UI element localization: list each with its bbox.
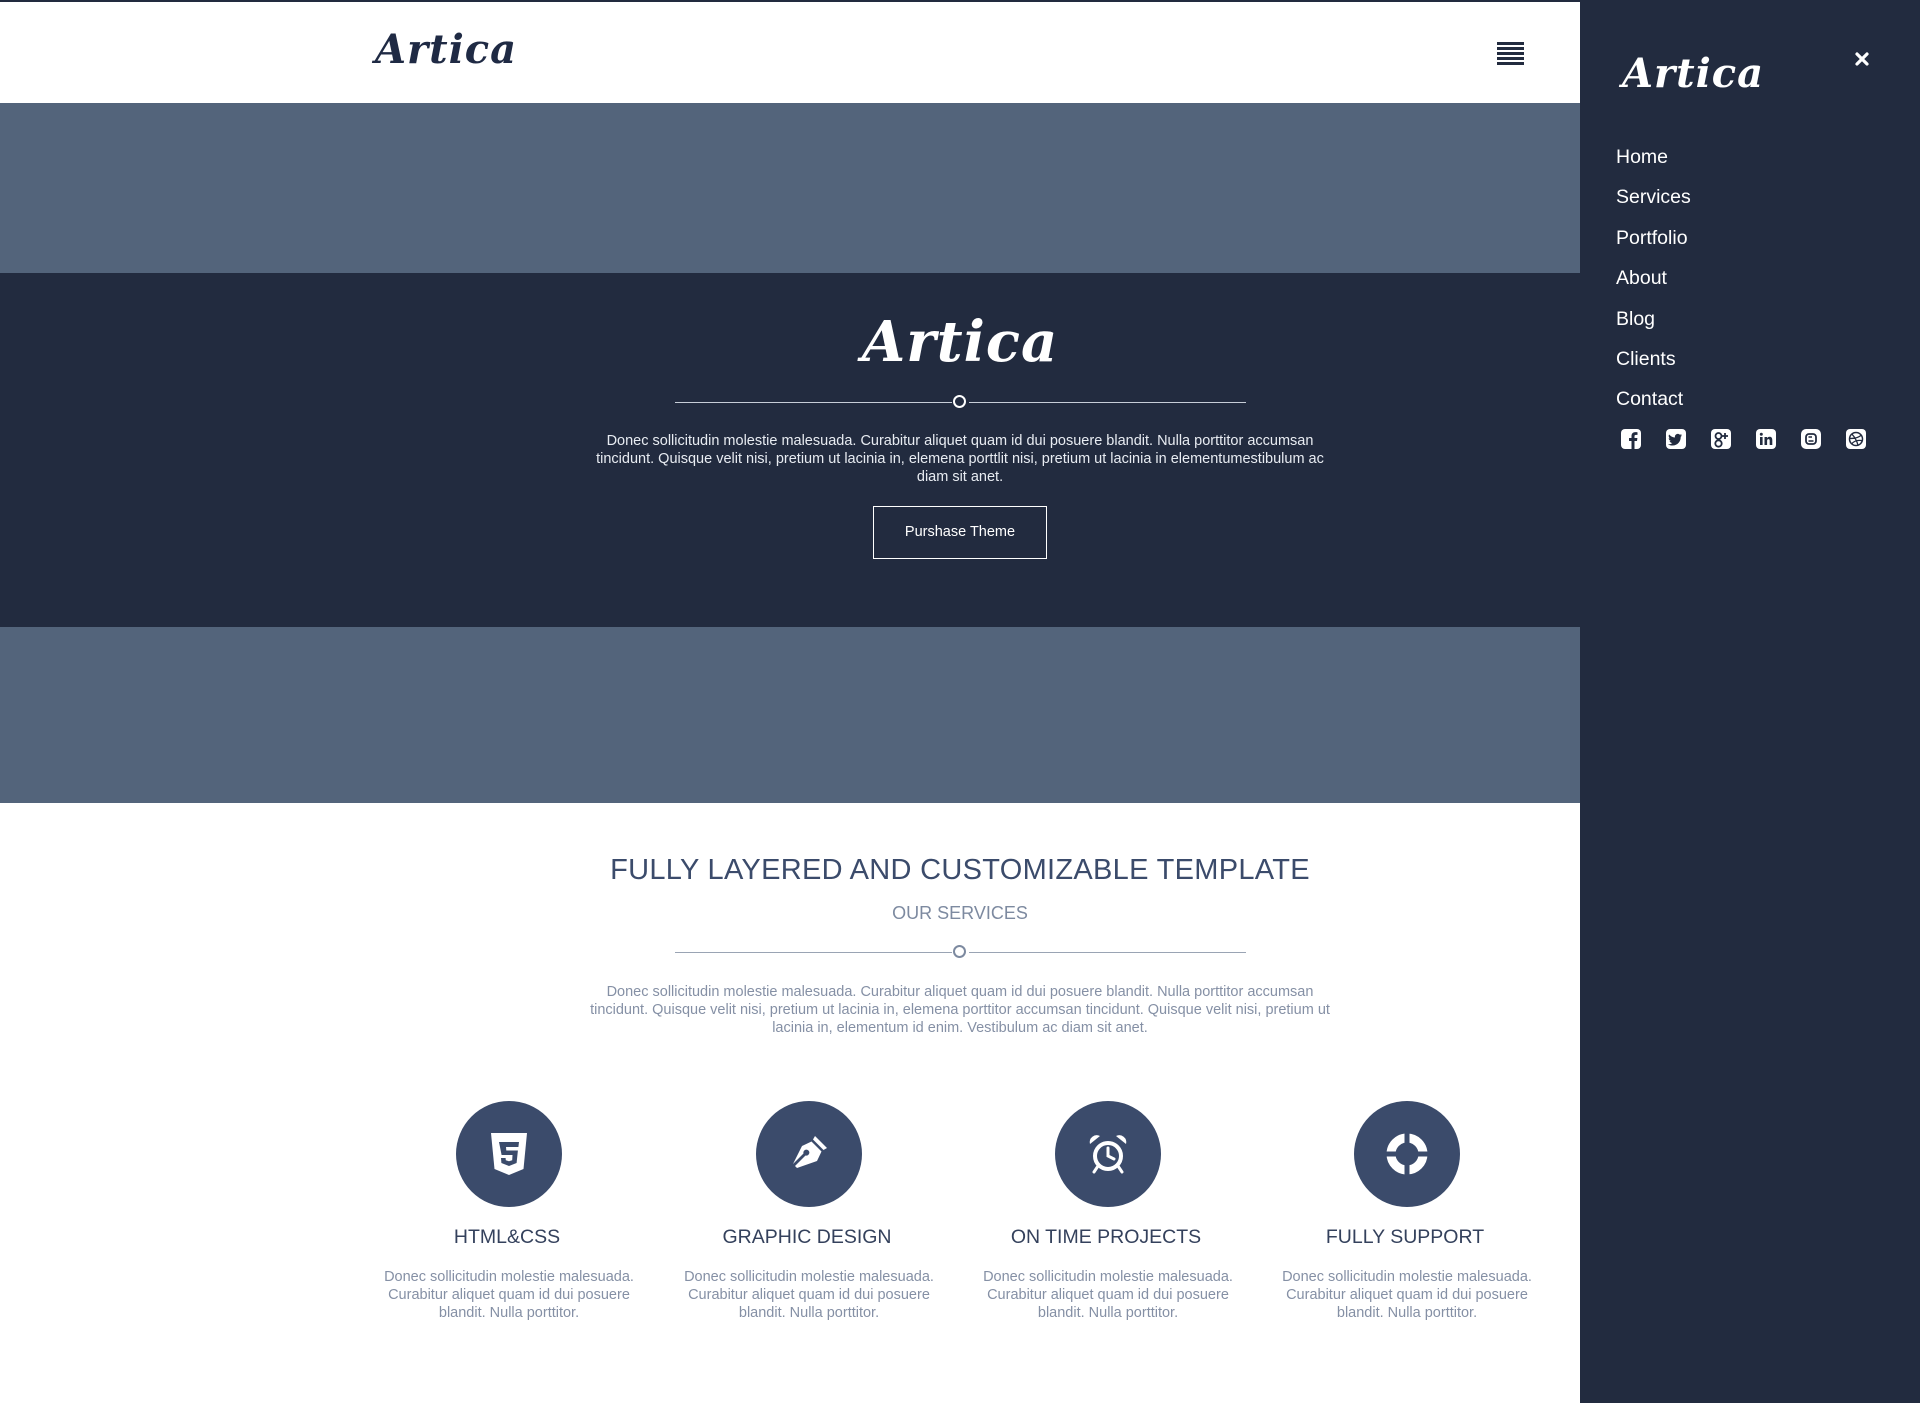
service-text: Donec sollicitudin molestie malesuada. C… — [983, 1269, 1233, 1321]
divider-line-right — [969, 402, 1246, 403]
divider-line-right — [969, 952, 1246, 953]
service-icon-circle[interactable] — [1354, 1101, 1460, 1207]
menu-bar — [1497, 52, 1524, 55]
hero-divider — [675, 395, 1246, 411]
social-links — [1620, 428, 1890, 450]
hero-description: Donec sollicitudin molestie malesuada. C… — [596, 433, 1324, 485]
sidebar-nav: Home Services Portfolio About Blog Clien… — [1616, 145, 1691, 428]
menu-bar — [1497, 42, 1524, 45]
linkedin-icon[interactable] — [1755, 428, 1777, 450]
services-description: Donec sollicitudin molestie malesuada. C… — [590, 984, 1330, 1036]
nav-item-blog[interactable]: Blog — [1616, 307, 1691, 347]
divider-line-left — [675, 952, 952, 953]
divider-circle-icon — [953, 945, 966, 958]
divider-circle-icon — [953, 395, 966, 408]
life-ring-icon — [1386, 1133, 1428, 1175]
service-title: FULLY SUPPORT — [1325, 1226, 1485, 1248]
google-plus-icon[interactable] — [1710, 428, 1732, 450]
hero-band-top — [0, 103, 1580, 273]
site-header: Artica — [0, 2, 1580, 103]
menu-bar — [1497, 57, 1524, 60]
service-icon-circle[interactable] — [456, 1101, 562, 1207]
service-text: Donec sollicitudin molestie malesuada. C… — [684, 1269, 934, 1321]
nav-item-home[interactable]: Home — [1616, 145, 1691, 185]
services-heading: FULLY LAYERED AND CUSTOMIZABLE TEMPLATE — [610, 854, 1310, 886]
css3-icon — [491, 1133, 527, 1175]
pen-nib-icon — [793, 1136, 827, 1168]
service-title: HTML&CSS — [453, 1226, 561, 1248]
services-divider — [675, 945, 1246, 961]
sidebar-logo[interactable]: Artica — [1622, 50, 1764, 97]
hero-section: Artica Donec sollicitudin molestie males… — [0, 273, 1580, 627]
nav-item-portfolio[interactable]: Portfolio — [1616, 226, 1691, 266]
menu-toggle-button[interactable] — [1497, 42, 1524, 66]
menu-bar — [1497, 47, 1524, 50]
main-content: Artica Artica Donec sollicitudin molesti… — [0, 0, 1580, 1403]
alarm-clock-icon — [1089, 1135, 1127, 1174]
facebook-icon[interactable] — [1620, 428, 1642, 450]
service-title: GRAPHIC DESIGN — [722, 1226, 892, 1248]
nav-item-contact[interactable]: Contact — [1616, 387, 1691, 427]
close-icon[interactable] — [1853, 50, 1871, 68]
blogger-icon[interactable] — [1800, 428, 1822, 450]
purchase-theme-button[interactable]: Purshase Theme — [873, 506, 1047, 559]
services-subheading: OUR SERVICES — [892, 903, 1028, 923]
sidebar-menu: Artica Home Services Portfolio About Blo… — [1580, 0, 1920, 1403]
nav-item-services[interactable]: Services — [1616, 185, 1691, 225]
nav-item-about[interactable]: About — [1616, 266, 1691, 306]
header-logo[interactable]: Artica — [375, 26, 517, 73]
service-icon-circle[interactable] — [1055, 1101, 1161, 1207]
service-text: Donec sollicitudin molestie malesuada. C… — [1282, 1269, 1532, 1321]
service-icon-circle[interactable] — [756, 1101, 862, 1207]
twitter-icon[interactable] — [1665, 428, 1687, 450]
hero-band-bottom — [0, 627, 1580, 803]
hero-logo: Artica — [861, 309, 1059, 375]
service-title: ON TIME PROJECTS — [1010, 1226, 1202, 1248]
nav-item-clients[interactable]: Clients — [1616, 347, 1691, 387]
service-text: Donec sollicitudin molestie malesuada. C… — [384, 1269, 634, 1321]
dribbble-icon[interactable] — [1845, 428, 1867, 450]
menu-bar — [1497, 62, 1524, 65]
divider-line-left — [675, 402, 952, 403]
